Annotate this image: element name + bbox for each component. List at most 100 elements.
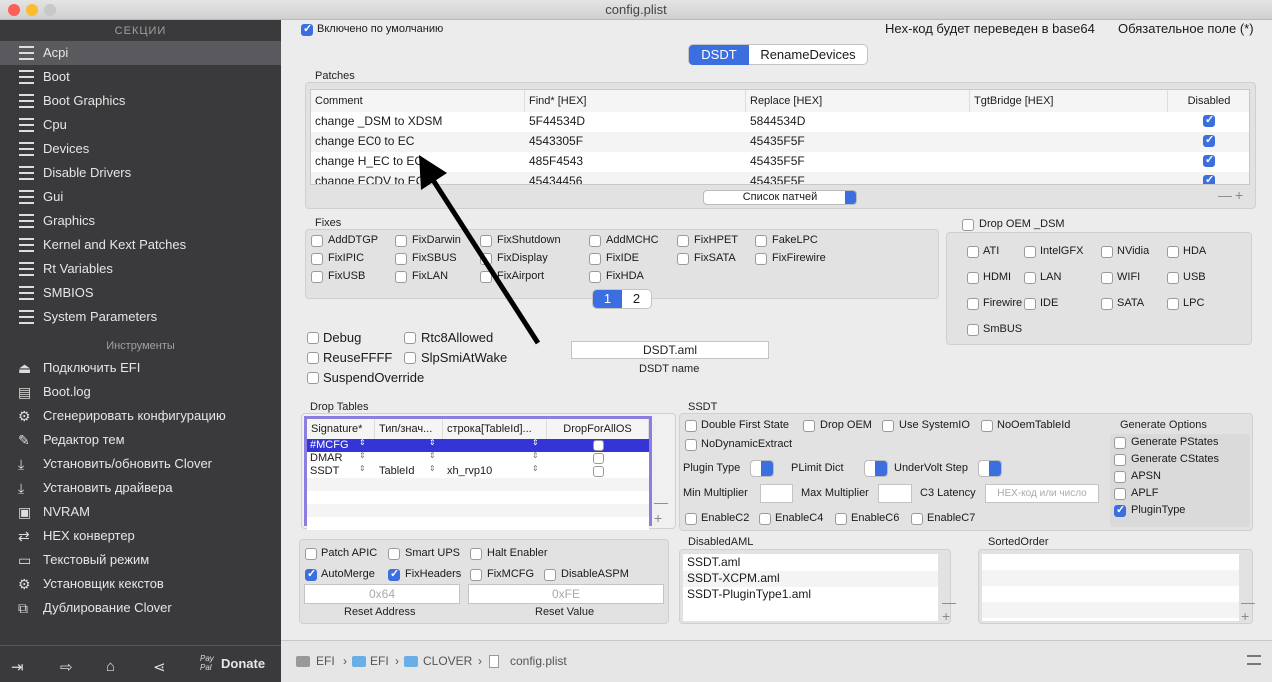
patch-disabled-checkbox[interactable] <box>1203 113 1215 127</box>
fix-checkbox-fixlan[interactable] <box>395 271 407 283</box>
c3-input[interactable]: HEX-код или число <box>985 484 1099 503</box>
zoom-window-button[interactable] <box>44 4 56 16</box>
drop-sig-cell[interactable]: #MCFG <box>310 439 349 451</box>
sidebar-item-rt-variables[interactable]: Rt Variables <box>0 257 281 281</box>
col-drop-all[interactable]: DropForAllOS <box>547 419 649 439</box>
sidebar-item-cpu[interactable]: Cpu <box>0 113 281 137</box>
dsdt-name-input[interactable]: DSDT.aml <box>571 341 769 359</box>
drop-oem-smbus-checkbox[interactable] <box>967 324 979 336</box>
tab-dsdt[interactable]: DSDT <box>689 45 749 65</box>
drop-oem-wifi-checkbox[interactable] <box>1101 272 1113 284</box>
export-icon[interactable]: ⇨ <box>60 658 73 676</box>
gen-option-checkbox[interactable] <box>1114 437 1126 449</box>
disabled-aml-item[interactable]: SSDT-XCPM.aml <box>683 571 938 587</box>
stepper-icon[interactable]: ⇕ <box>359 438 366 447</box>
col-replace[interactable]: Replace [HEX] <box>746 90 970 112</box>
fix-checkbox-fixipic[interactable] <box>311 253 323 265</box>
c7-checkbox[interactable] <box>911 513 923 525</box>
col-tgtbridge[interactable]: TgtBridge [HEX] <box>970 90 1168 112</box>
drop-oem-lpc-checkbox[interactable] <box>1167 298 1179 310</box>
drop-tableid-cell[interactable]: xh_rvp10 <box>447 465 492 477</box>
patch-cell-replace[interactable]: 45435F5F <box>746 154 805 168</box>
patch-cell-comment[interactable]: change _DSM to XDSM <box>311 114 442 128</box>
patch-apic-checkbox[interactable] <box>305 548 317 560</box>
use-sysio-checkbox[interactable] <box>882 420 894 432</box>
sidebar-item-boot[interactable]: Boot <box>0 65 281 89</box>
sidebar-item-disable-drivers[interactable]: Disable Drivers <box>0 161 281 185</box>
tool-item-6[interactable]: ▣ NVRAM <box>0 500 281 524</box>
patch-cell-find[interactable]: 485F4543 <box>525 154 583 168</box>
path-config-file[interactable]: config.plist <box>510 654 567 668</box>
slpsmi-checkbox[interactable] <box>404 352 416 364</box>
patch-cell-comment[interactable]: change EC0 to EC <box>311 134 414 148</box>
tool-item-1[interactable]: ▤ Boot.log <box>0 380 281 404</box>
drop-oem-lan-checkbox[interactable] <box>1024 272 1036 284</box>
drop-type-cell[interactable]: TableId <box>379 465 414 477</box>
reset-address-input[interactable]: 0x64 <box>304 584 460 604</box>
fix-checkbox-fixhpet[interactable] <box>677 235 689 247</box>
sidebar-item-smbios[interactable]: SMBIOS <box>0 281 281 305</box>
suspend-checkbox[interactable] <box>307 372 319 384</box>
fix-checkbox-fixdarwin[interactable] <box>395 235 407 247</box>
ssdt-drop-oem-checkbox[interactable] <box>803 420 815 432</box>
patch-disabled-checkbox[interactable] <box>1203 153 1215 167</box>
drop-oem-firewire-checkbox[interactable] <box>967 298 979 310</box>
patch-list-popup[interactable]: Список патчей <box>703 190 857 205</box>
path-clover-folder[interactable]: CLOVER <box>423 654 472 668</box>
tool-item-5[interactable]: ⤓ Установить драйвера <box>0 476 281 500</box>
add-drop-table-button[interactable]: + <box>654 510 662 526</box>
no-dyn-checkbox[interactable] <box>685 439 697 451</box>
minimize-window-button[interactable] <box>26 4 38 16</box>
col-type[interactable]: Тип/знач... <box>375 419 443 439</box>
col-find[interactable]: Find* [HEX] <box>525 90 746 112</box>
fix-checkbox-fixsata[interactable] <box>677 253 689 265</box>
sidebar-item-graphics[interactable]: Graphics <box>0 209 281 233</box>
stepper-icon[interactable]: ⇕ <box>429 464 436 473</box>
drop-oem-hdmi-checkbox[interactable] <box>967 272 979 284</box>
fixheaders-checkbox[interactable] <box>388 567 400 581</box>
patch-row[interactable]: change H_EC to EC 485F4543 45435F5F <box>311 152 1249 172</box>
col-disabled[interactable]: Disabled <box>1168 90 1249 112</box>
fix-checkbox-fixshutdown[interactable] <box>480 235 492 247</box>
gen-option-checkbox[interactable] <box>1114 503 1126 517</box>
double-first-checkbox[interactable] <box>685 420 697 432</box>
drop-oem-hda-checkbox[interactable] <box>1167 246 1179 258</box>
patch-cell-comment[interactable]: change H_EC to EC <box>311 154 423 168</box>
patch-row[interactable]: change ECDV to EC 45434456 45435F5F <box>311 172 1249 184</box>
stepper-icon[interactable]: ⇕ <box>429 438 436 447</box>
disabled-aml-item[interactable]: SSDT.aml <box>683 555 938 571</box>
tool-item-7[interactable]: ⇄ HEX конвертер <box>0 524 281 548</box>
drop-all-os-checkbox[interactable] <box>593 466 604 477</box>
drop-table-row[interactable]: SSDT TableId xh_rvp10 ⇕ ⇕ ⇕ <box>307 464 649 478</box>
no-oem-checkbox[interactable] <box>981 420 993 432</box>
tool-item-9[interactable]: ⚙ Установщик кекстов <box>0 572 281 596</box>
tool-item-3[interactable]: ✎ Редактор тем <box>0 428 281 452</box>
tool-item-8[interactable]: ▭ Текстовый режим <box>0 548 281 572</box>
menu-lines-icon[interactable] <box>1247 655 1261 665</box>
patch-cell-find[interactable]: 45434456 <box>525 174 582 184</box>
donate-button[interactable]: Donate <box>221 656 265 671</box>
fix-checkbox-fixfirewire[interactable] <box>755 253 767 265</box>
patch-cell-find[interactable]: 4543305F <box>525 134 583 148</box>
fix-checkbox-fixsbus[interactable] <box>395 253 407 265</box>
plugin-type-popup[interactable] <box>750 460 774 477</box>
disabled-aml-item[interactable]: SSDT-PluginType1.aml <box>683 587 938 603</box>
undervolt-popup[interactable] <box>978 460 1002 477</box>
fix-checkbox-fakelpc[interactable] <box>755 235 767 247</box>
patch-row[interactable]: change EC0 to EC 4543305F 45435F5F <box>311 132 1249 152</box>
halt-checkbox[interactable] <box>470 548 482 560</box>
drop-oem-sata-checkbox[interactable] <box>1101 298 1113 310</box>
drop-oem-intelgfx-checkbox[interactable] <box>1024 246 1036 258</box>
stepper-icon[interactable]: ⇕ <box>429 451 436 460</box>
patch-disabled-checkbox[interactable] <box>1203 173 1215 184</box>
patch-cell-replace[interactable]: 45435F5F <box>746 134 805 148</box>
stepper-icon[interactable]: ⇕ <box>532 438 539 447</box>
sidebar-item-devices[interactable]: Devices <box>0 137 281 161</box>
import-icon[interactable]: ⇥ <box>11 658 24 676</box>
col-table-id[interactable]: строка[TableId]... <box>443 419 547 439</box>
add-sorted-button[interactable]: + <box>1241 608 1249 624</box>
close-window-button[interactable] <box>8 4 20 16</box>
fix-checkbox-fixusb[interactable] <box>311 271 323 283</box>
fix-checkbox-fixhda[interactable] <box>589 271 601 283</box>
add-patch-button[interactable]: + <box>1235 187 1243 203</box>
